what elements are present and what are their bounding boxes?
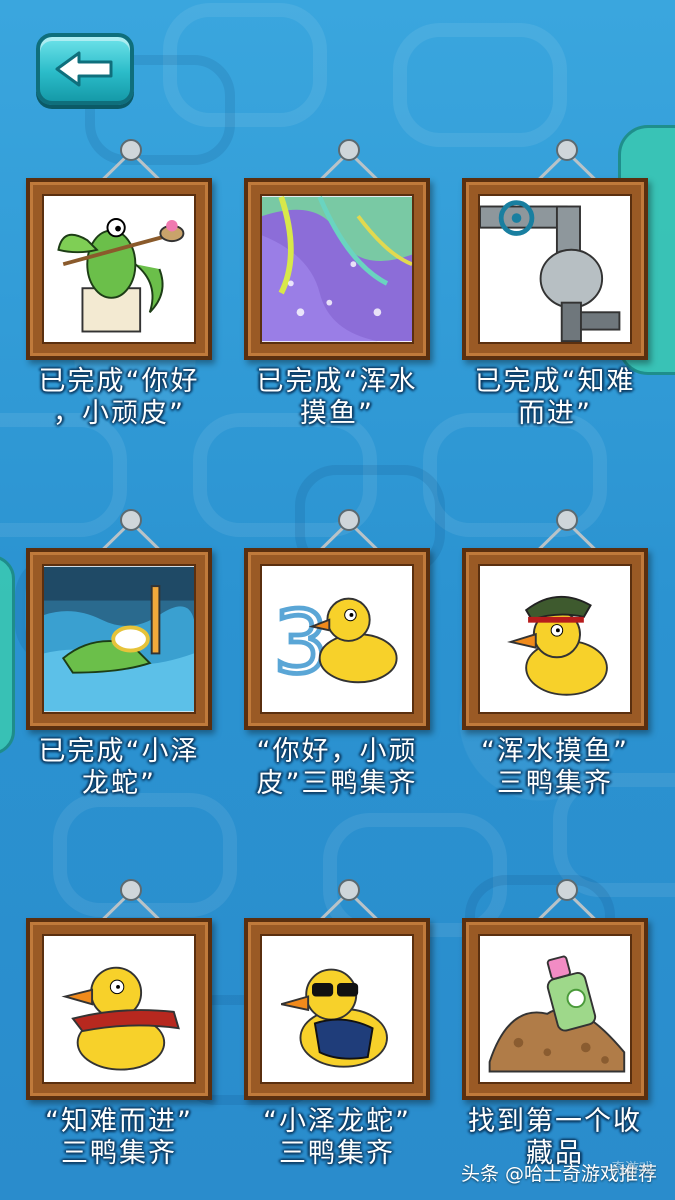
duck-three-art: 3 [260,564,414,714]
back-button[interactable] [36,33,134,105]
watermark: 头条 @哈士奇游戏推荐 奇游戏 [460,1161,657,1185]
purple-water-art [260,194,414,344]
svg-text:3: 3 [274,594,329,694]
achievement-caption: “你好，小顽 皮”三鸭集齐 [256,736,418,799]
picture-frame [462,178,648,360]
picture-frame [26,548,212,730]
achievement-caption: 已完成“浑水 摸鱼” [256,366,418,429]
crocodile-snorkel-art [42,564,196,714]
duck-soldier-art [478,564,632,714]
achievement-caption: “小泽龙蛇” 三鸭集齐 [263,1106,411,1169]
picture-frame [462,918,648,1100]
achievement-caption: 已完成“你好 ，小顽皮” [38,366,200,429]
collectible-bottle-art [478,934,632,1084]
picture-frame [244,178,430,360]
valve-pipe-art [478,194,632,344]
achievement-caption: 已完成“知难 而进” [474,366,636,429]
achievement-caption: “浑水摸鱼” 三鸭集齐 [481,736,629,799]
picture-frame [26,178,212,360]
achievement-caption: 已完成“小泽 龙蛇” [38,736,200,799]
duck-scarf-art [42,934,196,1084]
picture-frame [26,918,212,1100]
achievement-caption: “知难而进” 三鸭集齐 [45,1106,193,1169]
crocodile-bath-art [42,194,196,344]
pipe-decoration-left [0,555,15,755]
picture-frame [244,918,430,1100]
duck-sunglasses-art [260,934,414,1084]
arrow-left-icon [55,51,113,87]
picture-frame: 3 [244,548,430,730]
picture-frame [462,548,648,730]
